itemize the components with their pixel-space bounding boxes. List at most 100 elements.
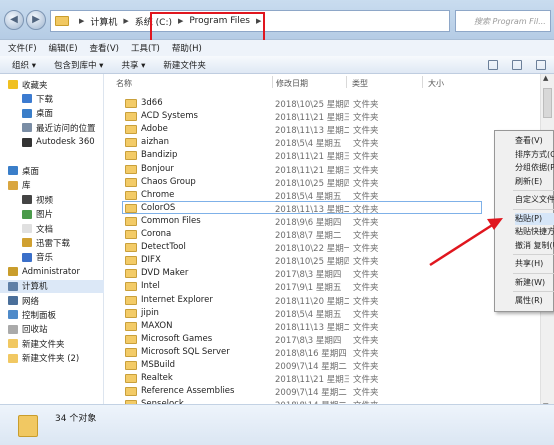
file-row[interactable]: 3d66 2018\10\25 星期四 文件夹 bbox=[122, 96, 482, 110]
sidebar-item[interactable]: 图片 bbox=[0, 208, 104, 221]
context-menu-item[interactable]: 刷新(E) bbox=[515, 176, 554, 188]
menu-file[interactable]: 文件(F) bbox=[8, 42, 37, 54]
file-name: Internet Explorer bbox=[141, 294, 213, 305]
sidebar-item[interactable]: 迅雷下载 bbox=[0, 236, 104, 249]
toolbar-right bbox=[488, 60, 546, 70]
chevron-right-icon[interactable]: ▶ bbox=[178, 17, 183, 25]
sidebar-item[interactable]: 收藏夹 bbox=[0, 78, 104, 91]
sidebar-item-label: 音乐 bbox=[36, 253, 54, 264]
sidebar-item[interactable]: 网络 bbox=[0, 294, 104, 307]
chevron-right-icon[interactable]: ▶ bbox=[256, 17, 261, 25]
file-row[interactable]: Reference Assemblies 2009\7\14 星期二 文件夹 bbox=[122, 384, 482, 398]
file-row[interactable]: aizhan 2018\5\4 星期五 文件夹 bbox=[122, 135, 482, 149]
forward-button[interactable]: ▶ bbox=[26, 10, 46, 30]
help-icon[interactable] bbox=[536, 60, 546, 70]
breadcrumb-program-files[interactable]: Program Files bbox=[189, 16, 250, 26]
context-menu-item[interactable]: 分组依据(P) bbox=[515, 162, 554, 174]
menu-tools[interactable]: 工具(T) bbox=[131, 42, 160, 54]
sidebar-item[interactable]: 文档 bbox=[0, 222, 104, 235]
column-size[interactable]: 大小 bbox=[428, 78, 444, 89]
menu-help[interactable]: 帮助(H) bbox=[172, 42, 202, 54]
breadcrumb-drive[interactable]: 系统 (C:) bbox=[135, 15, 172, 28]
file-row[interactable]: DetectTool 2018\10\22 星期一 文件夹 bbox=[122, 240, 482, 254]
file-name: MSBuild bbox=[141, 360, 176, 370]
share-button[interactable]: 共享 ▾ bbox=[121, 59, 145, 71]
sidebar-item[interactable]: 计算机 bbox=[0, 279, 104, 293]
context-menu-item[interactable]: 查看(V) bbox=[515, 135, 554, 147]
sidebar-item[interactable]: 回收站 bbox=[0, 323, 104, 336]
sidebar-item[interactable]: 控制面板 bbox=[0, 308, 104, 321]
file-row[interactable]: Bandizip 2018\11\21 星期三 文件夹 bbox=[122, 148, 482, 162]
file-row[interactable]: Microsoft SQL Server 2018\8\16 星期四 文件夹 bbox=[122, 345, 482, 359]
picture-icon bbox=[22, 209, 32, 219]
context-menu-item[interactable]: 粘贴(P) bbox=[515, 212, 554, 225]
file-row[interactable]: DIFX 2018\10\25 星期四 文件夹 bbox=[122, 253, 482, 267]
address-bar[interactable]: ▶ 计算机 ▶ 系统 (C:) ▶ Program Files ▶ bbox=[50, 10, 450, 32]
context-menu-item[interactable]: 新建(W) bbox=[515, 277, 554, 289]
view-options-icon[interactable] bbox=[488, 60, 498, 70]
chevron-right-icon[interactable]: ▶ bbox=[123, 17, 128, 25]
folder-icon bbox=[125, 321, 137, 331]
context-menu-item[interactable]: 撤消 复制(U) bbox=[515, 240, 554, 252]
sidebar-item-label: 下载 bbox=[36, 94, 54, 105]
file-row[interactable]: Internet Explorer 2018\11\20 星期二 文件夹 bbox=[122, 293, 482, 307]
user-icon bbox=[8, 267, 18, 277]
context-menu-item[interactable]: 共享(H) bbox=[515, 258, 554, 270]
file-name: Common Files bbox=[141, 215, 201, 226]
file-row[interactable]: MSBuild 2009\7\14 星期二 文件夹 bbox=[122, 358, 482, 372]
sidebar-item[interactable]: 视频 bbox=[0, 193, 104, 206]
context-menu-item[interactable]: 属性(R) bbox=[515, 295, 554, 307]
context-menu-item[interactable]: 自定义文件夹... bbox=[515, 194, 554, 206]
file-row[interactable]: Microsoft Games 2017\8\3 星期四 文件夹 bbox=[122, 332, 482, 346]
file-name: DIFX bbox=[141, 255, 161, 266]
sidebar-item[interactable]: 新建文件夹 (2) bbox=[0, 352, 104, 365]
context-menu-item[interactable]: 粘贴快捷方式(S) bbox=[515, 226, 554, 238]
context-menu-separator bbox=[513, 272, 554, 274]
column-date[interactable]: 修改日期 bbox=[276, 78, 308, 89]
file-row[interactable]: MAXON 2018\11\13 星期二 文件夹 bbox=[122, 319, 482, 333]
file-row[interactable]: Corona 2018\8\7 星期二 文件夹 bbox=[122, 227, 482, 241]
new-folder-button[interactable]: 新建文件夹 bbox=[163, 59, 206, 71]
breadcrumb-computer[interactable]: 计算机 bbox=[90, 15, 117, 28]
menu-view[interactable]: 查看(V) bbox=[90, 42, 119, 54]
organize-button[interactable]: 组织 ▾ bbox=[12, 59, 36, 71]
sidebar-item[interactable]: 桌面 bbox=[0, 107, 104, 120]
sidebar-item-label: 新建文件夹 bbox=[22, 339, 65, 350]
sidebar-item[interactable]: 库 bbox=[0, 179, 104, 192]
file-name: MAXON bbox=[141, 320, 173, 331]
file-row[interactable]: Common Files 2018\9\6 星期四 文件夹 bbox=[122, 214, 482, 228]
file-row[interactable]: ColorOS 2018\11\13 星期二 文件夹 bbox=[122, 200, 482, 215]
sidebar-item[interactable]: 最近访问的位置 bbox=[0, 121, 104, 134]
folder-icon bbox=[125, 256, 137, 266]
file-row[interactable]: Chrome 2018\5\4 星期五 文件夹 bbox=[122, 188, 482, 202]
menu-edit[interactable]: 编辑(E) bbox=[49, 42, 78, 54]
preview-pane-icon[interactable] bbox=[512, 60, 522, 70]
file-row[interactable]: Realtek 2018\11\21 星期三 文件夹 bbox=[122, 371, 482, 385]
file-row[interactable]: ACD Systems 2018\11\21 星期三 文件夹 bbox=[122, 109, 482, 123]
file-row[interactable]: Chaos Group 2018\10\25 星期四 文件夹 bbox=[122, 175, 482, 189]
include-in-library-button[interactable]: 包含到库中 ▾ bbox=[54, 59, 103, 71]
back-button[interactable]: ◀ bbox=[4, 10, 24, 30]
column-type[interactable]: 类型 bbox=[352, 78, 368, 89]
file-row[interactable]: Bonjour 2018\11\21 星期三 文件夹 bbox=[122, 162, 482, 176]
sidebar-item-label: 桌面 bbox=[22, 166, 40, 177]
file-row[interactable]: DVD Maker 2017\8\3 星期四 文件夹 bbox=[122, 266, 482, 280]
sidebar-item[interactable]: 桌面 bbox=[0, 164, 104, 177]
file-row[interactable]: jipin 2018\5\4 星期五 文件夹 bbox=[122, 306, 482, 320]
folder-icon bbox=[125, 361, 137, 370]
file-row[interactable]: Adobe 2018\11\13 星期二 文件夹 bbox=[122, 122, 482, 136]
scroll-up-icon[interactable]: ▲ bbox=[543, 74, 548, 82]
search-input[interactable]: 搜索 Program Fil... bbox=[455, 10, 551, 32]
context-menu-item[interactable]: 排序方式(O) bbox=[515, 149, 554, 161]
file-row[interactable]: Intel 2017\9\1 星期五 文件夹 bbox=[122, 279, 482, 293]
folder-icon bbox=[18, 415, 38, 437]
sidebar-item[interactable]: Administrator bbox=[0, 265, 104, 278]
sidebar-item[interactable]: 下载 bbox=[0, 92, 104, 105]
scroll-thumb[interactable] bbox=[543, 88, 552, 118]
sidebar-item[interactable]: 新建文件夹 bbox=[0, 337, 104, 350]
sidebar-item[interactable]: Autodesk 360 bbox=[0, 136, 104, 149]
library-icon bbox=[8, 180, 18, 190]
recent-icon bbox=[22, 123, 32, 133]
sidebar-item[interactable]: 音乐 bbox=[0, 251, 104, 264]
column-name[interactable]: 名称 bbox=[116, 78, 132, 89]
